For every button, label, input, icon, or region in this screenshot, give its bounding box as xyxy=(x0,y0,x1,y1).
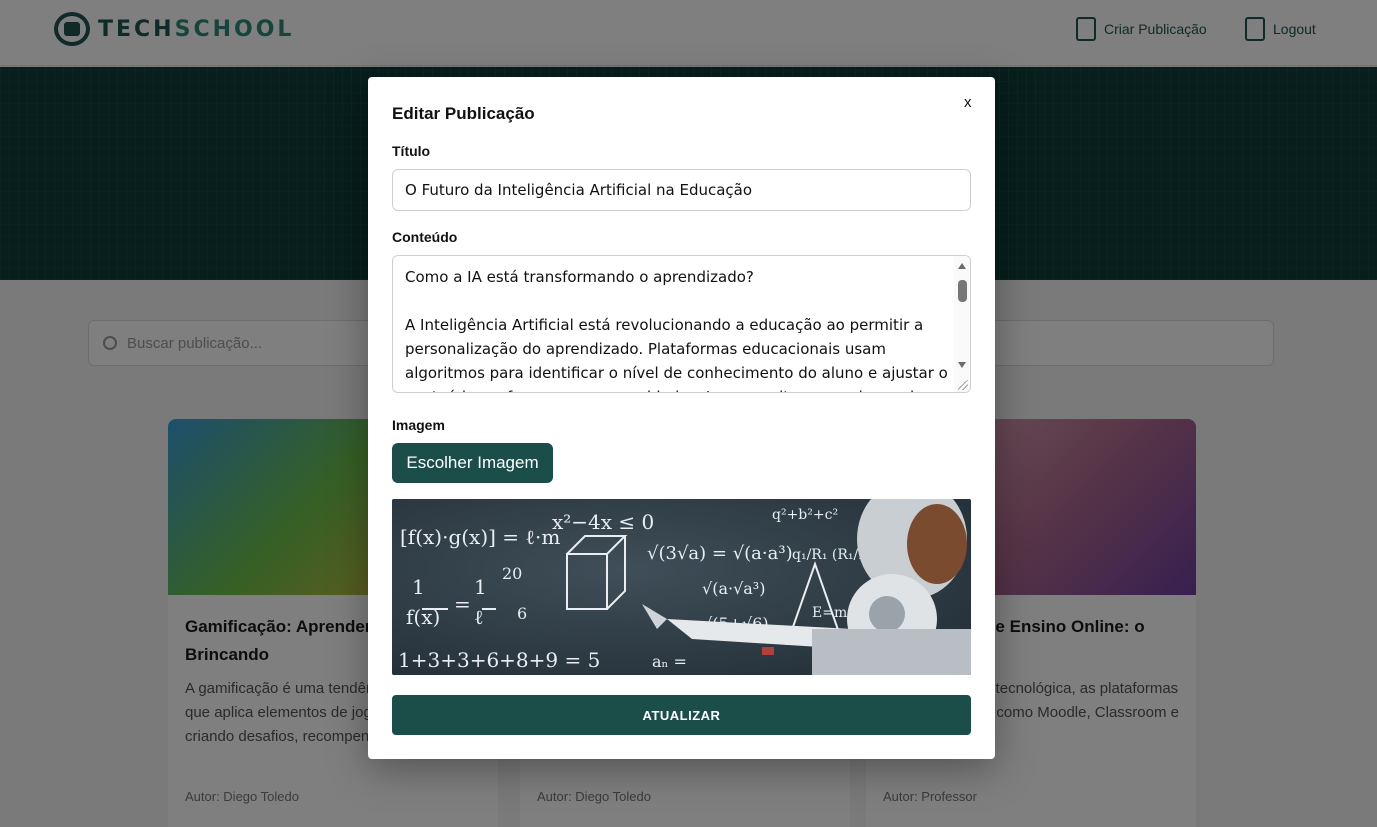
close-icon[interactable]: x xyxy=(964,94,972,111)
svg-text:q²+b²+c²: q²+b²+c² xyxy=(772,507,838,523)
svg-text:[f(x)·g(x)] = ℓ·m: [f(x)·g(x)] = ℓ·m xyxy=(400,525,560,549)
svg-text:1: 1 xyxy=(412,575,425,599)
scroll-down-icon[interactable] xyxy=(958,362,966,368)
scroll-up-icon[interactable] xyxy=(958,263,966,269)
chalkboard-robot-image: [f(x)·g(x)] = ℓ·m x²−4x ≤ 0 √(3√a) = √(a… xyxy=(392,499,971,675)
svg-text:x²−4x ≤ 0: x²−4x ≤ 0 xyxy=(552,510,654,534)
modal-title: Editar Publicação xyxy=(392,104,535,123)
svg-text:=: = xyxy=(454,592,471,616)
content-text: Como a IA está transformando o aprendiza… xyxy=(405,268,948,392)
image-label: Imagem xyxy=(392,417,445,433)
edit-post-modal: x Editar Publicação Título Conteúdo Como… xyxy=(368,77,995,759)
resize-handle-icon[interactable] xyxy=(958,380,968,390)
image-preview: [f(x)·g(x)] = ℓ·m x²−4x ≤ 0 √(3√a) = √(a… xyxy=(392,499,971,675)
svg-text:√(a·√a³): √(a·√a³) xyxy=(702,579,765,598)
content-scrollbar[interactable] xyxy=(954,256,970,392)
svg-text:6: 6 xyxy=(517,604,527,623)
update-button[interactable]: ATUALIZAR xyxy=(392,695,971,735)
content-textarea[interactable]: Como a IA está transformando o aprendiza… xyxy=(392,255,971,393)
svg-text:√(3√a) = √(a·a³): √(3√a) = √(a·a³) xyxy=(647,543,793,564)
svg-text:1: 1 xyxy=(474,575,487,599)
svg-text:1+3+3+6+8+9 = 5: 1+3+3+6+8+9 = 5 xyxy=(398,648,600,672)
choose-image-button[interactable]: Escolher Imagem xyxy=(392,443,553,483)
svg-text:f(x): f(x) xyxy=(406,605,440,629)
svg-text:20: 20 xyxy=(502,564,522,583)
svg-text:aₙ =: aₙ = xyxy=(652,652,687,671)
svg-text:ℓ: ℓ xyxy=(474,605,484,629)
content-label: Conteúdo xyxy=(392,229,458,245)
title-label: Título xyxy=(392,143,431,159)
title-input[interactable] xyxy=(392,169,971,211)
scroll-thumb[interactable] xyxy=(958,280,967,302)
